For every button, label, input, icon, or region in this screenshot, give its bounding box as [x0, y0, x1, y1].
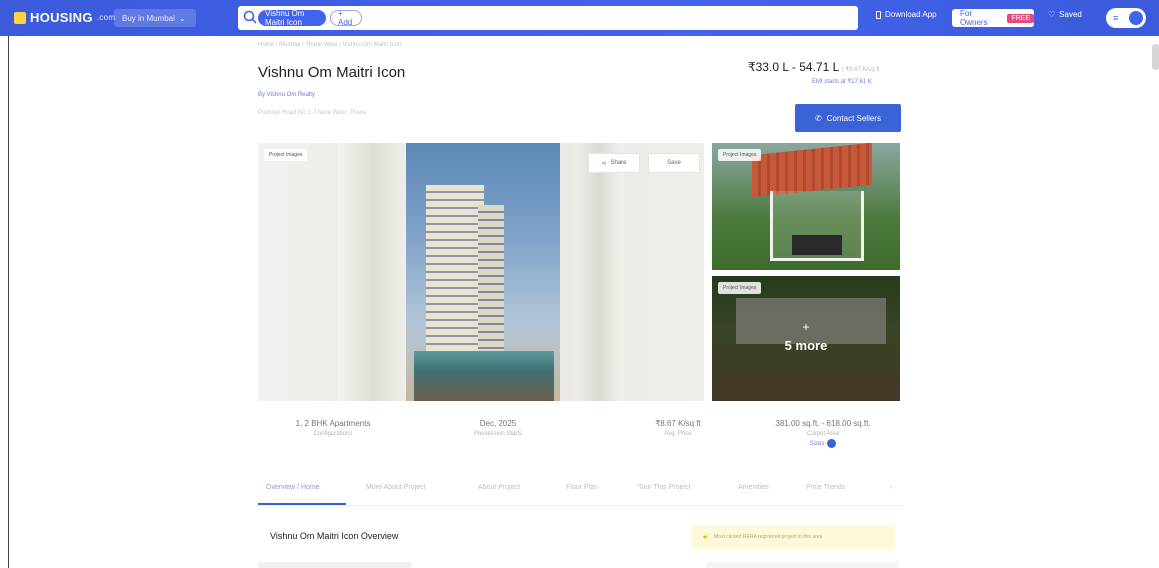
gazebo-bench	[792, 235, 842, 255]
content-row-preview	[258, 562, 898, 568]
blur-fill-left	[338, 143, 408, 401]
page-divider	[8, 36, 9, 568]
share-button[interactable]: ⋖ Share	[588, 153, 640, 173]
project-tabs: Overview / Home More About Project About…	[258, 478, 904, 506]
housing-logo[interactable]: HOUSING .com	[14, 10, 115, 25]
chevron-down-icon: ⌄	[178, 13, 186, 23]
sizes-label: Sizes	[809, 440, 825, 447]
menu-icon: ≡	[1113, 13, 1119, 23]
profile-menu[interactable]: ≡	[1106, 8, 1146, 28]
emi-link[interactable]: EMI starts at ₹17.61 K	[812, 78, 872, 85]
download-app-button[interactable]: Download App	[876, 10, 937, 19]
logo-text: HOUSING	[30, 10, 93, 25]
more-photos-label: 5 more	[784, 338, 828, 353]
info-icon	[827, 439, 837, 448]
saved-button[interactable]: ♡ Saved	[1048, 10, 1082, 19]
stat-value: ₹8.67 K/sq ft	[655, 419, 701, 428]
for-owners-button[interactable]: For Owners FREE	[952, 9, 1034, 27]
search-chip[interactable]: Vishnu Om Maitri Icon	[258, 9, 326, 27]
search-bar[interactable]: Vishnu Om Maitri Icon + Add	[238, 6, 858, 30]
breadcrumb[interactable]: Home / Mumbai / Thane West / Vishnu Om M…	[258, 42, 401, 48]
price-range: ₹33.0 L - 54.71 L | ₹8.67 K/sq ft	[748, 60, 880, 74]
blur-fill-right	[574, 143, 624, 401]
tab-floor-plan[interactable]: Floor Plan	[566, 484, 598, 491]
tab-more-about-project[interactable]: More About Project	[366, 484, 426, 491]
contact-sellers-button[interactable]: ✆ Contact Sellers	[795, 104, 901, 132]
tower-photo	[406, 143, 560, 401]
scrollbar-thumb[interactable]	[1152, 44, 1159, 70]
search-icon	[243, 10, 257, 24]
project-title: Vishnu Om Maitri Icon	[258, 64, 406, 81]
stat-label: Avg. Price	[664, 431, 692, 437]
stat-avg-price: ₹8.67 K/sq ft Avg. Price	[628, 419, 728, 437]
download-app-label: Download App	[885, 10, 937, 19]
logo-mark-icon	[14, 11, 26, 24]
for-owners-label: For Owners	[960, 9, 988, 27]
side-gallery-image-top[interactable]: Project Images	[712, 143, 900, 270]
add-search-chip[interactable]: + Add	[330, 9, 362, 27]
plus-icon: +	[802, 320, 810, 334]
notice-text: Most clicked RERA registered project in …	[714, 534, 823, 540]
stat-possession: Dec, 2025 Possession Starts	[448, 419, 548, 437]
contact-sellers-label: Contact Sellers	[826, 113, 881, 123]
stat-configurations: 1, 2 BHK Apartments Configurations	[268, 419, 398, 437]
stat-label: Carpet Area	[806, 431, 840, 437]
tabs-next-icon[interactable]: ›	[890, 484, 892, 491]
stat-value: Dec, 2025	[479, 419, 517, 428]
tab-price-trends[interactable]: Price Trends	[806, 484, 845, 491]
gazebo-roof	[752, 143, 872, 198]
city-select-label: Buy in Mumbai	[122, 13, 175, 23]
phone-icon	[876, 10, 881, 19]
sizes-link[interactable]: Sizes	[748, 439, 898, 448]
price-value: ₹33.0 L - 54.71 L	[748, 60, 839, 74]
city-select[interactable]: Buy in Mumbai ⌄	[114, 9, 196, 27]
most-clicked-notice: ★ Most clicked RERA registered project i…	[692, 525, 895, 549]
logo-suffix: .com	[96, 13, 116, 22]
project-address: Pokhran Road No 2, Thane West, Thane	[258, 110, 367, 116]
stat-carpet-area: 381.00 sq.ft. - 618.00 sq.ft. Carpet Are…	[748, 419, 898, 448]
gallery-tag: Project Images	[264, 149, 308, 161]
active-tab-indicator	[258, 503, 346, 505]
saved-label: Saved	[1059, 10, 1082, 19]
side-gallery-image-more[interactable]: Project Images + 5 more	[712, 276, 900, 401]
tab-tour-project[interactable]: Tour This Project	[638, 484, 690, 491]
tab-about-project[interactable]: About Project	[478, 484, 520, 491]
heart-icon: ♡	[1048, 10, 1056, 19]
gallery-tag: Project Images	[718, 149, 762, 161]
stat-value: 381.00 sq.ft. - 618.00 sq.ft.	[775, 419, 871, 428]
top-navbar: HOUSING .com Buy in Mumbai ⌄ Vishnu Om M…	[0, 0, 1159, 36]
share-icon: ⋖	[601, 160, 607, 167]
free-badge: FREE	[1007, 13, 1034, 23]
price-per-sqft: | ₹8.67 K/sq ft	[842, 67, 880, 73]
stat-label: Configurations	[313, 431, 353, 437]
developer-link[interactable]: By Vishnu Om Realty	[258, 92, 315, 98]
overview-heading: Vishnu Om Maitri Icon Overview	[270, 531, 399, 541]
main-gallery-image[interactable]: Project Images ⋖ Share Save	[258, 143, 704, 401]
gallery-tag: Project Images	[718, 282, 762, 294]
stat-label: Possession Starts	[473, 431, 523, 437]
tab-amenities[interactable]: Amenities	[738, 484, 769, 491]
star-icon: ★	[702, 534, 709, 541]
share-label: Share	[610, 160, 627, 166]
save-label: Save	[667, 160, 681, 166]
avatar-icon	[1129, 11, 1143, 25]
tab-overview[interactable]: Overview / Home	[266, 484, 320, 491]
phone-call-icon: ✆	[815, 113, 822, 123]
tower-podium	[414, 351, 554, 401]
stat-value: 1, 2 BHK Apartments	[295, 419, 371, 428]
save-button[interactable]: Save	[648, 153, 700, 173]
